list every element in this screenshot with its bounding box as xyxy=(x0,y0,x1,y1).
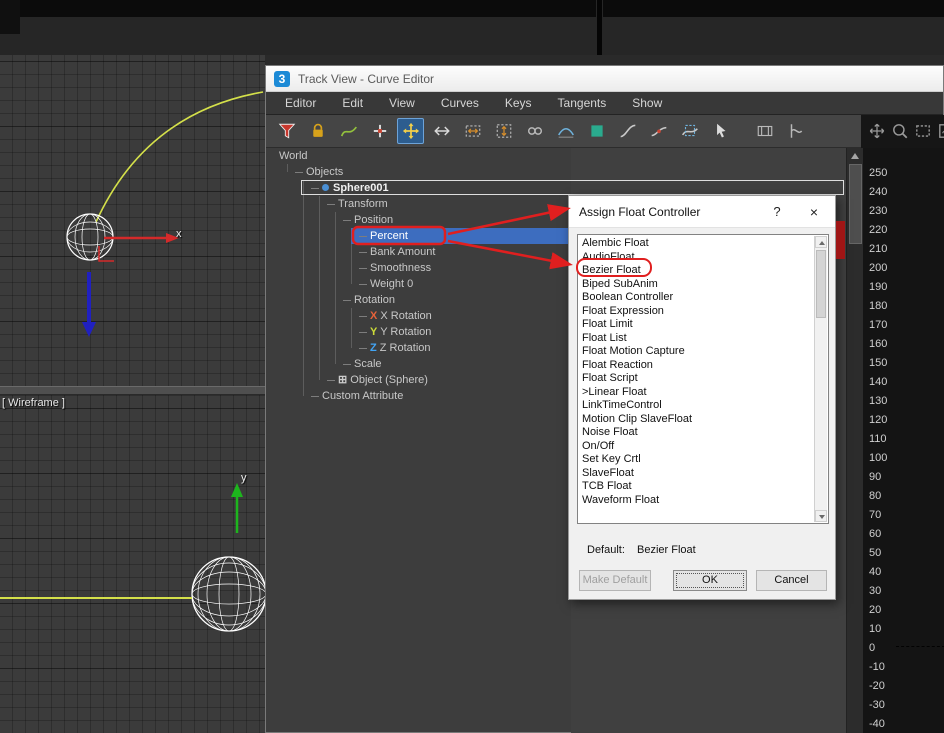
top-black-bar-left xyxy=(0,0,596,17)
viewport-top[interactable] xyxy=(0,55,265,386)
ruler-value: 240 xyxy=(869,186,888,198)
top-corner-block xyxy=(0,0,20,34)
ruler-value: 160 xyxy=(869,338,888,350)
help-button[interactable]: ? xyxy=(767,196,787,228)
ruler-value: 180 xyxy=(869,300,888,312)
viewport-divider[interactable] xyxy=(0,386,265,395)
controller-option-bezier-float[interactable]: Bezier Float xyxy=(578,264,828,278)
controller-option-float-limit[interactable]: Float Limit xyxy=(578,318,828,332)
ruler-value: 20 xyxy=(869,604,882,616)
list-scroll-up-icon[interactable] xyxy=(815,236,827,248)
controller-option-audiofloat[interactable]: AudioFloat xyxy=(578,251,828,265)
wireframe-label: [ Wireframe ] xyxy=(2,397,65,409)
ruler-value: -30 xyxy=(869,699,885,711)
ruler-value: 210 xyxy=(869,243,888,255)
controller-option-motion-clip-slavefloat[interactable]: Motion Clip SlaveFloat xyxy=(578,413,828,427)
ruler-value: 30 xyxy=(869,585,882,597)
controller-option-linktimecontrol[interactable]: LinkTimeControl xyxy=(578,399,828,413)
track-scrollbar[interactable] xyxy=(846,148,863,733)
controller-option-linear-float[interactable]: >Linear Float xyxy=(578,386,828,400)
ruler-value: 250 xyxy=(869,167,888,179)
controller-option-set-key-crtl[interactable]: Set Key Crtl xyxy=(578,453,828,467)
ruler-value: 170 xyxy=(869,319,888,331)
dialog-titlebar[interactable]: Assign Float Controller ? × xyxy=(569,196,835,228)
ruler-value: 190 xyxy=(869,281,888,293)
controller-option-float-reaction[interactable]: Float Reaction xyxy=(578,359,828,373)
value-ruler: 250 240 230 220 210 200 190 180 170 160 150 140 130 1… xyxy=(863,148,944,733)
x-axis-label: x xyxy=(176,228,182,240)
default-label: Default: xyxy=(587,544,625,556)
ruler-value: 150 xyxy=(869,357,888,369)
ruler-value: 60 xyxy=(869,528,882,540)
controller-option-slavefloat[interactable]: SlaveFloat xyxy=(578,467,828,481)
ruler-value: -10 xyxy=(869,661,885,673)
controller-option-on-off[interactable]: On/Off xyxy=(578,440,828,454)
ok-button[interactable]: OK xyxy=(673,570,747,591)
controller-option-float-list[interactable]: Float List xyxy=(578,332,828,346)
top-black-bar-right xyxy=(603,0,944,17)
controller-option-tcb-float[interactable]: TCB Float xyxy=(578,480,828,494)
ruler-value: 230 xyxy=(869,205,888,217)
controller-option-biped-subanim[interactable]: Biped SubAnim xyxy=(578,278,828,292)
viewport-splitter-line xyxy=(597,0,602,55)
list-scrollbar[interactable] xyxy=(814,236,827,522)
list-scrollbar-thumb[interactable] xyxy=(816,250,826,318)
ruler-value: 80 xyxy=(869,490,882,502)
tree-item-objects[interactable]: Objects xyxy=(266,164,846,180)
ruler-value: 70 xyxy=(869,509,882,521)
tree-item-sphere001[interactable]: Sphere001 xyxy=(266,180,846,196)
controller-option-alembic-float[interactable]: Alembic Float xyxy=(578,237,828,251)
default-value: Bezier Float xyxy=(637,544,696,556)
ruler-value: 140 xyxy=(869,376,888,388)
controller-option-float-motion-capture[interactable]: Float Motion Capture xyxy=(578,345,828,359)
screen: [ Wireframe ] x y 3 Track View - Curve E… xyxy=(0,0,944,733)
ruler-value: 220 xyxy=(869,224,888,236)
ruler-value: 90 xyxy=(869,471,882,483)
close-icon[interactable]: × xyxy=(803,196,825,228)
ruler-value: 120 xyxy=(869,414,888,426)
dialog-title: Assign Float Controller xyxy=(579,205,701,219)
scroll-up-icon[interactable] xyxy=(849,151,861,161)
top-header-strip xyxy=(0,0,944,55)
annotation-red-mark xyxy=(836,221,845,259)
assign-float-controller-dialog: Assign Float Controller ? × Alembic Floa… xyxy=(568,195,836,600)
sphere-node-icon xyxy=(322,184,329,191)
viewport-bottom[interactable] xyxy=(0,395,265,733)
ruler-value: 10 xyxy=(869,623,882,635)
controller-option-float-script[interactable]: Float Script xyxy=(578,372,828,386)
tree-item-world[interactable]: World xyxy=(266,148,846,164)
controller-option-noise-float[interactable]: Noise Float xyxy=(578,426,828,440)
controller-option-float-expression[interactable]: Float Expression xyxy=(578,305,828,319)
y-axis-label: y xyxy=(241,472,247,484)
ruler-value: 200 xyxy=(869,262,888,274)
controller-option-waveform-float[interactable]: Waveform Float xyxy=(578,494,828,508)
list-scroll-down-icon[interactable] xyxy=(815,510,827,522)
controller-list: Alembic Float AudioFloat Bezier Float Biped… xyxy=(577,234,829,524)
zero-value-line xyxy=(896,646,944,647)
make-default-button[interactable]: Make Default xyxy=(579,570,651,591)
ruler-value: 130 xyxy=(869,395,888,407)
scrollbar-thumb[interactable] xyxy=(849,164,862,244)
ruler-value: 40 xyxy=(869,566,882,578)
controller-option-boolean-controller[interactable]: Boolean Controller xyxy=(578,291,828,305)
ruler-value: -40 xyxy=(869,718,885,730)
ruler-value: -20 xyxy=(869,680,885,692)
ruler-value: 50 xyxy=(869,547,882,559)
ruler-value: 100 xyxy=(869,452,888,464)
ruler-value: 0 xyxy=(869,642,876,654)
cancel-button[interactable]: Cancel xyxy=(756,570,827,591)
ruler-value: 110 xyxy=(869,433,887,445)
